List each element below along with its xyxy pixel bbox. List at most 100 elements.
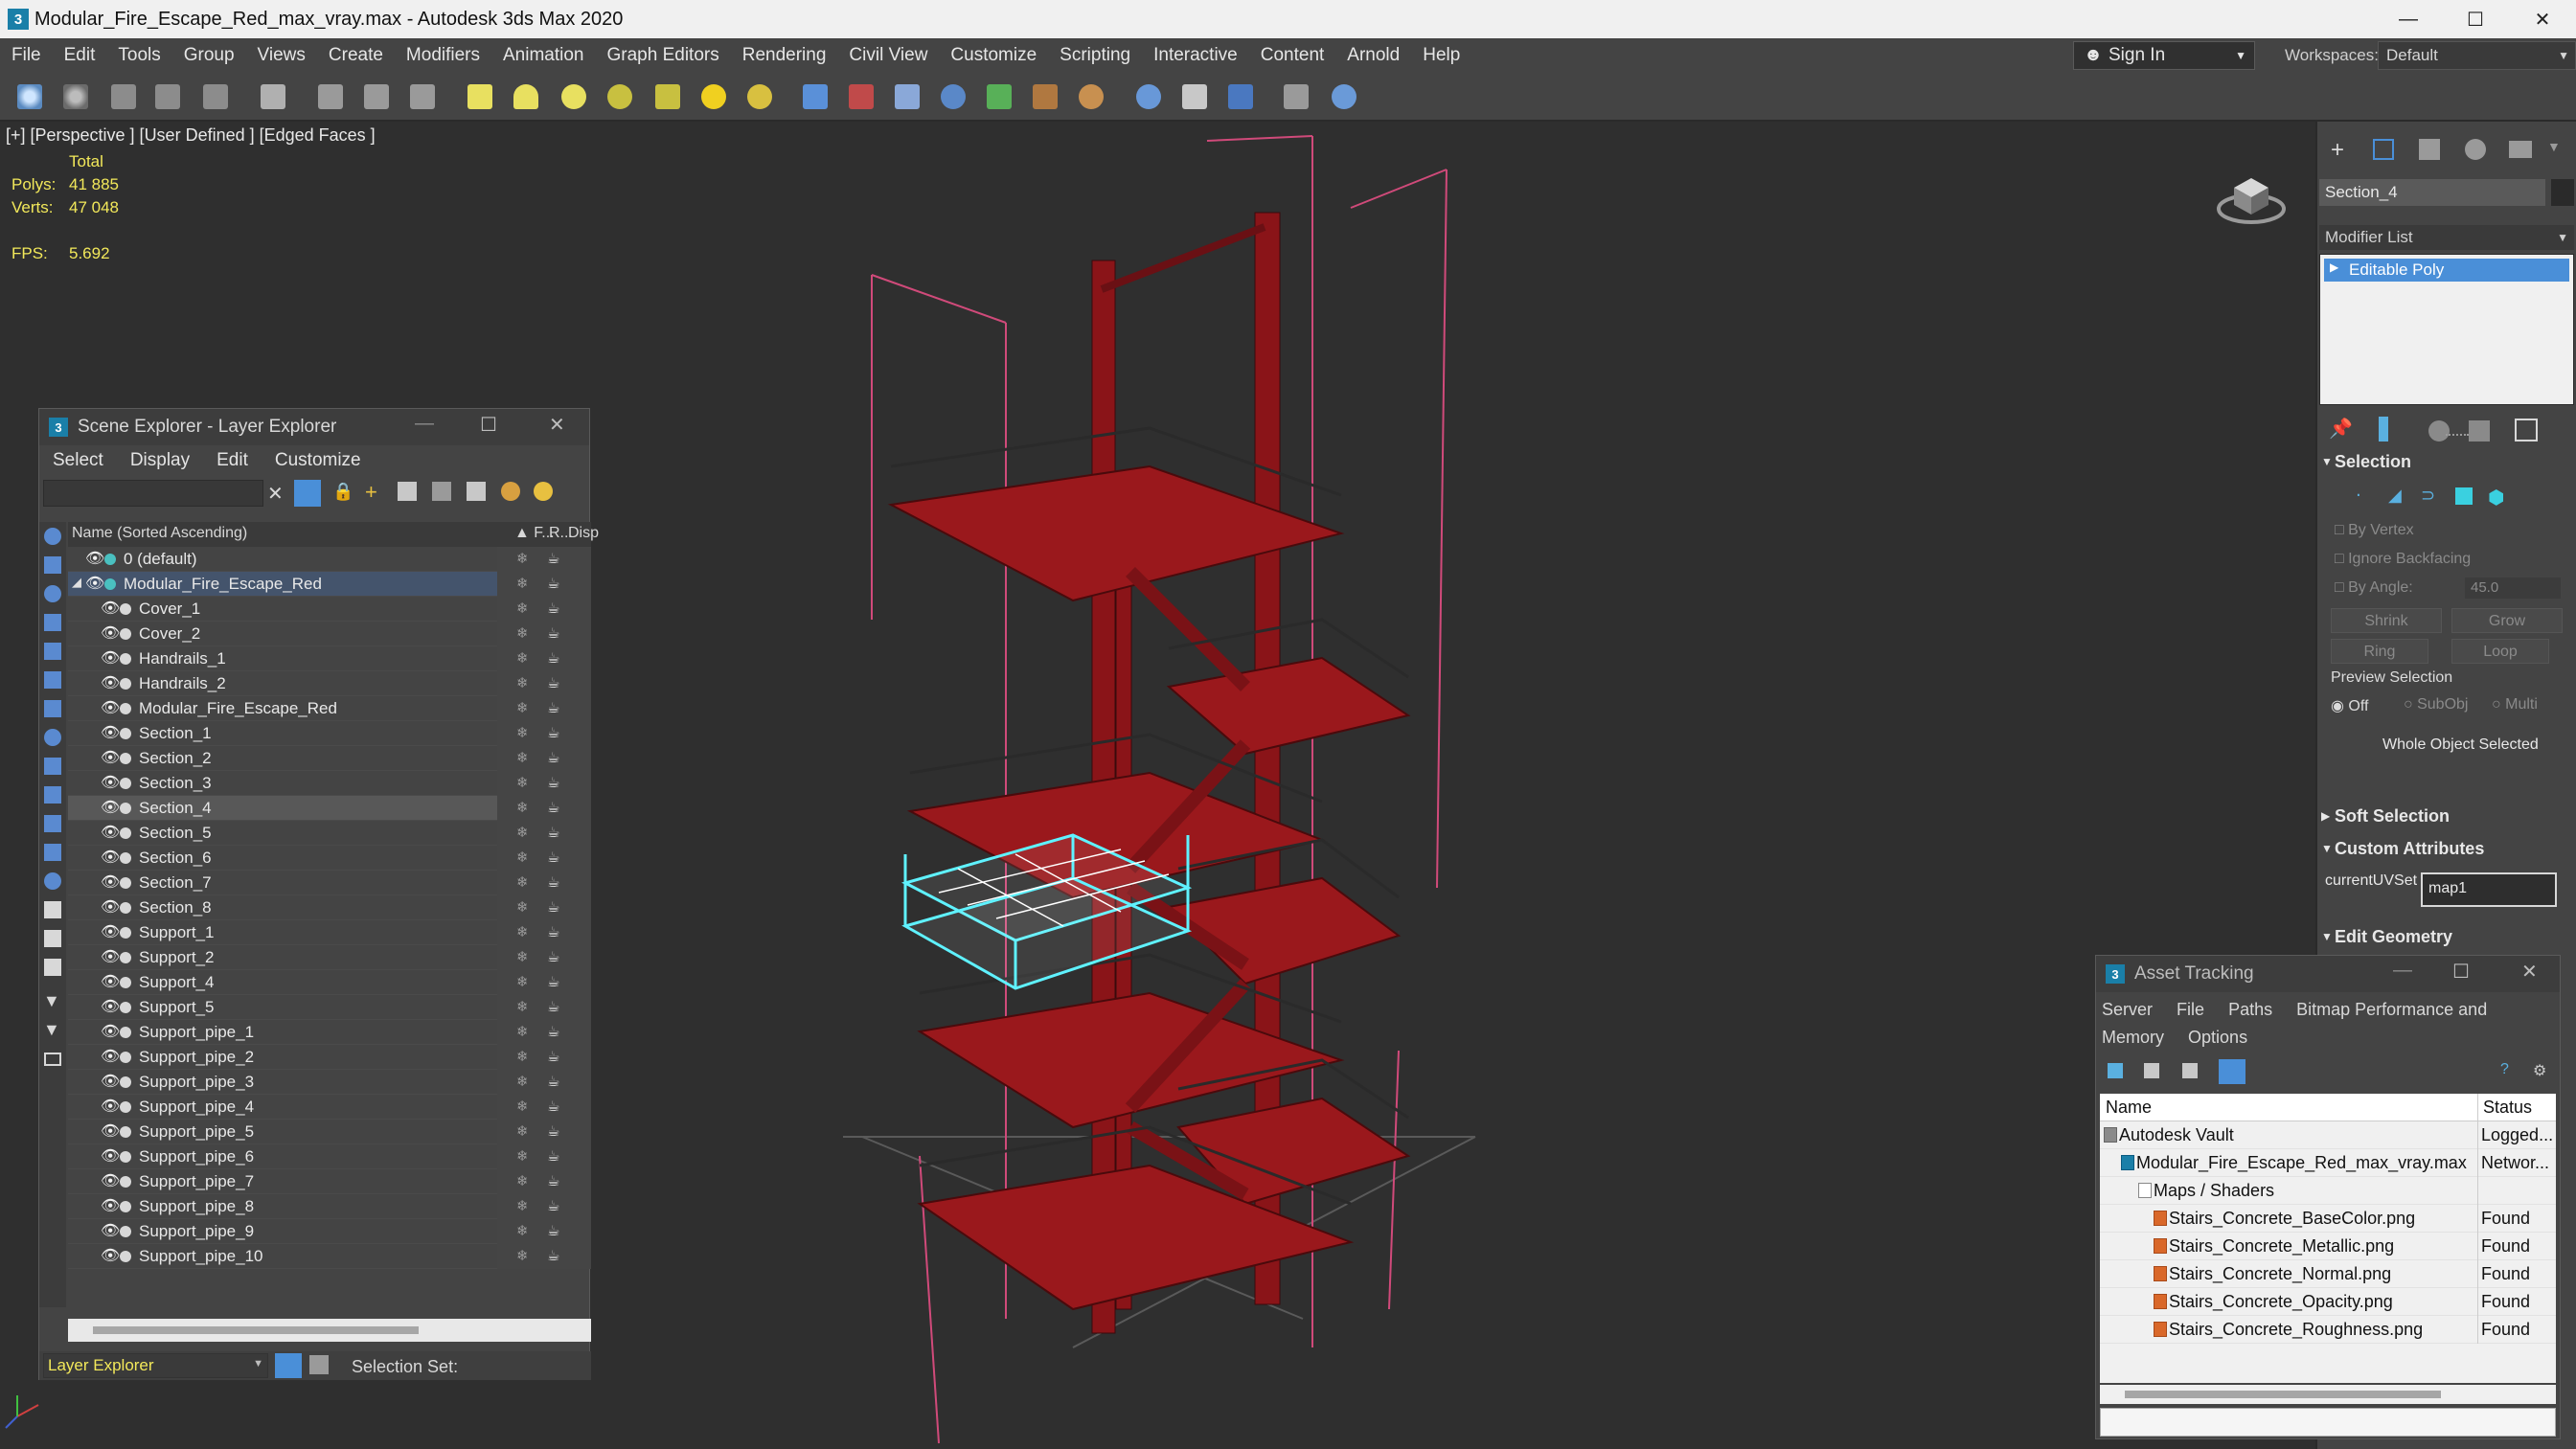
render-setup-icon[interactable] (1182, 84, 1207, 109)
renderable-icon[interactable]: ☕ (547, 1172, 559, 1189)
renderable-icon[interactable]: ☕ (547, 1197, 559, 1214)
renderable-icon[interactable]: ☕ (547, 1098, 559, 1115)
renderable-icon[interactable]: ☕ (547, 1023, 559, 1040)
tree-row[interactable]: 👁 Support_pipe_1 ❄ ☕ (68, 1019, 591, 1045)
loop-button[interactable]: Loop (2451, 639, 2549, 664)
freeze-icon[interactable]: ❄ (516, 973, 529, 990)
tree-view-icon[interactable] (2219, 1059, 2245, 1084)
hierarchy-icon[interactable] (432, 482, 451, 501)
menu-file[interactable]: File (0, 45, 53, 66)
freeze-icon[interactable]: ❄ (516, 774, 529, 791)
object-color-swatch[interactable] (2551, 179, 2574, 206)
menu-views[interactable]: Views (246, 45, 317, 66)
renderable-icon[interactable]: ☕ (547, 550, 559, 567)
freeze-icon[interactable]: ❄ (516, 998, 529, 1015)
preview-off-radio[interactable]: ◉ Off (2331, 696, 2368, 715)
layer-row-default[interactable]: 👁 0 (default) ❄ ☕ (68, 546, 591, 572)
tree-row[interactable]: 👁 Support_4 ❄ ☕ (68, 969, 591, 995)
freeze-icon[interactable]: ❄ (516, 724, 529, 741)
column-status-header[interactable]: Status (2483, 1098, 2532, 1118)
explorer-type-dropdown[interactable]: Layer Explorer ▼ (43, 1353, 268, 1378)
freeze-icon[interactable]: ❄ (516, 898, 529, 916)
visibility-icon[interactable]: 👁 (101, 1146, 120, 1166)
asset-horizontal-scrollbar[interactable] (2100, 1385, 2556, 1404)
tree-row[interactable]: 👁 Cover_2 ❄ ☕ (68, 621, 591, 646)
renderable-icon[interactable]: ☕ (547, 624, 559, 642)
light-icon[interactable] (701, 84, 726, 109)
viewcube[interactable] (2213, 155, 2290, 232)
renderable-icon[interactable]: ☕ (547, 674, 559, 691)
container-filter-icon[interactable] (44, 815, 61, 832)
layer-row-main[interactable]: ◢ 👁 Modular_Fire_Escape_Red ❄ ☕ (68, 571, 591, 597)
close-icon[interactable]: ✕ (549, 413, 565, 437)
light-filter-icon[interactable] (44, 614, 61, 631)
visibility-icon[interactable]: 👁 (101, 872, 120, 892)
modifier-stack[interactable]: Editable Poly ▶ (2319, 254, 2574, 405)
renderable-icon[interactable]: ☕ (547, 973, 559, 990)
renderable-icon[interactable]: ☕ (547, 1122, 559, 1140)
se-menu-edit[interactable]: Edit (217, 450, 248, 471)
search-input[interactable] (43, 480, 263, 507)
refresh-icon[interactable] (2108, 1063, 2123, 1078)
asset-row[interactable]: Stairs_Concrete_Normal.png Found (2100, 1260, 2556, 1288)
freeze-icon[interactable]: ❄ (516, 1147, 529, 1165)
tree-row[interactable]: 👁 Support_pipe_8 ❄ ☕ (68, 1193, 591, 1219)
redo-icon[interactable] (63, 84, 88, 109)
visibility-icon[interactable]: 👁 (101, 972, 120, 991)
tree-row[interactable]: 👁 Support_pipe_2 ❄ ☕ (68, 1044, 591, 1070)
spacewarp-filter-icon[interactable] (44, 700, 61, 717)
layer-stack-icon[interactable] (467, 482, 486, 501)
funnel-icon[interactable]: ▼ (43, 991, 60, 1011)
lock-icon[interactable]: 🔒 (332, 482, 353, 502)
tree-row[interactable]: 👁 Support_5 ❄ ☕ (68, 994, 591, 1020)
utilities-tab-icon[interactable]: ▼ (2547, 139, 2561, 154)
frozen-filter-icon[interactable] (44, 844, 61, 861)
help-icon[interactable]: ? (2500, 1061, 2509, 1078)
se-menu-display[interactable]: Display (130, 450, 190, 471)
freeze-icon[interactable]: ❄ (516, 1172, 529, 1189)
freeze-icon[interactable]: ❄ (516, 649, 529, 667)
freeze-icon[interactable]: ❄ (516, 1023, 529, 1040)
scene-explorer-titlebar[interactable]: 3 Scene Explorer - Layer Explorer — ☐ ✕ (39, 409, 589, 445)
renderable-icon[interactable]: ☕ (547, 948, 559, 965)
freeze-icon[interactable]: ❄ (516, 699, 529, 716)
freeze-icon[interactable]: ❄ (516, 1247, 529, 1264)
freeze-icon[interactable]: ❄ (516, 749, 529, 766)
maximize-icon[interactable]: ☐ (2452, 960, 2470, 984)
hierarchy-tab-icon[interactable] (2419, 139, 2440, 160)
renderable-icon[interactable]: ☕ (547, 824, 559, 841)
renderable-icon[interactable]: ☕ (547, 998, 559, 1015)
display-all-icon[interactable] (44, 528, 61, 545)
renderable-icon[interactable]: ☕ (547, 774, 559, 791)
close-icon[interactable]: ✕ (2521, 960, 2538, 984)
column-name-header[interactable]: Name (2106, 1098, 2152, 1118)
renderable-icon[interactable]: ☕ (547, 898, 559, 916)
cylinder-icon[interactable] (513, 84, 538, 109)
freeze-icon[interactable]: ❄ (516, 873, 529, 891)
sphere-icon[interactable] (561, 84, 586, 109)
menu-modifiers[interactable]: Modifiers (395, 45, 491, 66)
highlight-icon[interactable] (501, 482, 520, 501)
material-editor-icon[interactable] (1136, 84, 1161, 109)
by-vertex-checkbox[interactable]: □ By Vertex (2335, 522, 2414, 539)
at-menu-bitmap-performance[interactable]: Bitmap Performance and Memory (2102, 1000, 2487, 1047)
panel-splitter[interactable] (2446, 434, 2469, 440)
freeze-icon[interactable]: ❄ (516, 824, 529, 841)
minimize-button[interactable]: — (2375, 0, 2442, 38)
visibility-icon[interactable]: 👁 (101, 1171, 120, 1190)
ring-button[interactable]: Ring (2331, 639, 2428, 664)
visibility-icon[interactable]: 👁 (101, 1196, 120, 1215)
unlink-icon[interactable] (155, 84, 180, 109)
geometry-filter-icon[interactable] (44, 556, 61, 574)
tree-row[interactable]: 👁 Section_8 ❄ ☕ (68, 894, 591, 920)
collapse-arrow-icon[interactable]: ◢ (72, 575, 81, 590)
renderable-icon[interactable]: ☕ (547, 649, 559, 667)
menu-animation[interactable]: Animation (491, 45, 596, 66)
shrink-button[interactable]: Shrink (2331, 608, 2442, 633)
render-icon[interactable] (1284, 84, 1309, 109)
add-to-layer-icon[interactable] (398, 482, 417, 501)
tree-row[interactable]: 👁 Support_pipe_10 ❄ ☕ (68, 1243, 591, 1269)
tree-row[interactable]: 👁 Support_2 ❄ ☕ (68, 944, 591, 970)
tree-row[interactable]: 👁 Section_2 ❄ ☕ (68, 745, 591, 771)
at-menu-server[interactable]: Server (2102, 1000, 2153, 1019)
